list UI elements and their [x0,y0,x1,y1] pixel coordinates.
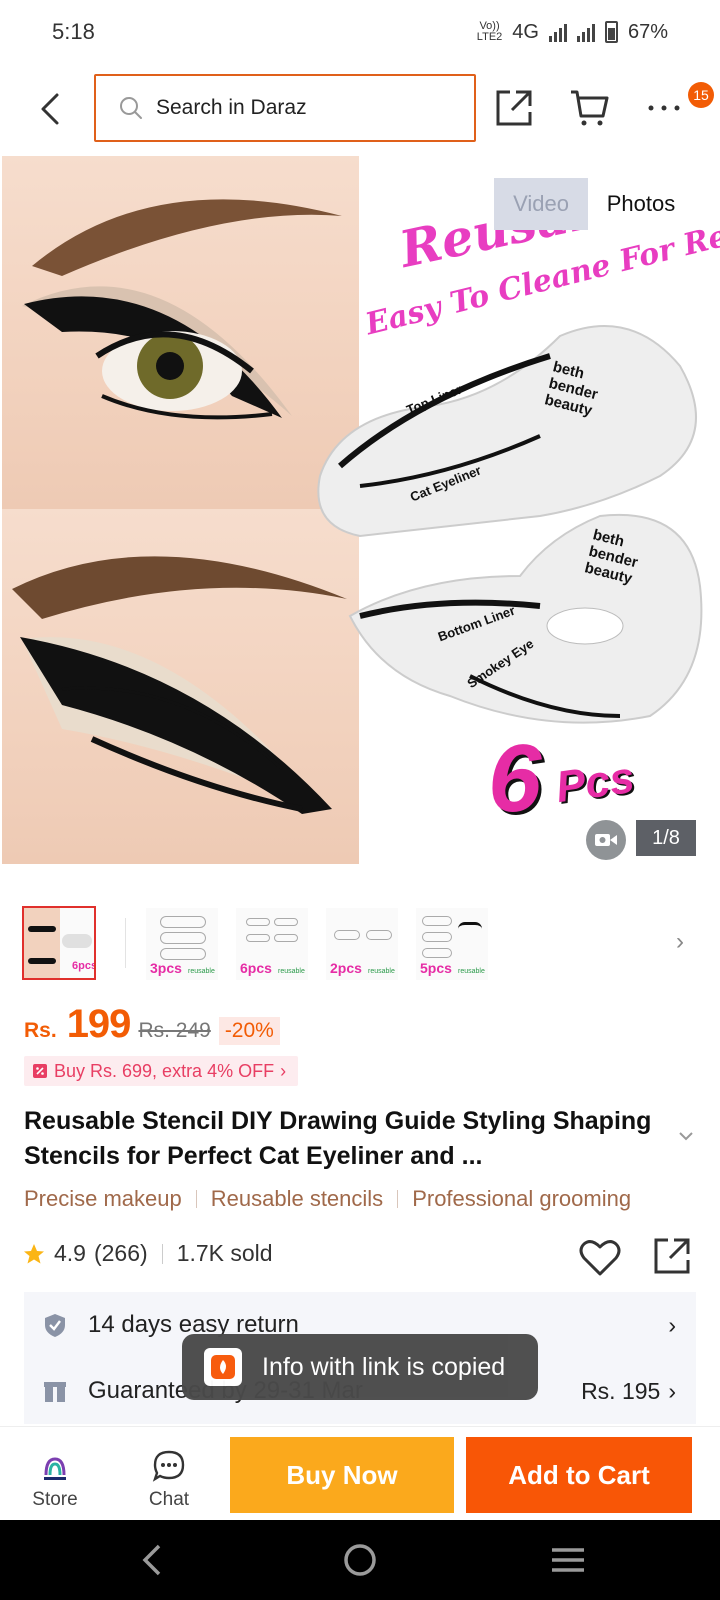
share-icon [654,1238,690,1274]
more-icon [648,105,680,111]
store-label: Store [32,1489,78,1510]
status-icons: Vo)) LTE2 4G 67% [477,21,668,44]
cart-icon [571,90,609,126]
share-icon [496,90,532,126]
currency-label: Rs. [24,1019,57,1042]
thumbnail-label: 3pcs [150,960,182,976]
back-button[interactable] [30,86,70,132]
cart-badge: 15 [688,82,714,108]
tab-video[interactable]: Video [494,178,588,230]
back-arrow-icon [142,1544,161,1576]
more-button[interactable] [640,84,688,132]
tag: Precise makeup [24,1186,182,1211]
image-counter: 1/8 [636,820,696,856]
rating-divider [161,1243,163,1264]
cart-button[interactable] [566,84,614,132]
thumbnail[interactable]: 6pcs [22,906,96,980]
video-camera-icon [595,834,617,846]
nav-home-button[interactable] [330,1538,390,1582]
thumbnail[interactable]: 2pcs reusable [326,908,398,980]
thumbnail[interactable]: 6pcs reusable [236,908,308,980]
current-price: 199 [66,1002,132,1046]
bottom-action-bar: Store Chat Buy Now Add to Cart [0,1426,720,1520]
chevron-right-icon: › [668,1377,676,1404]
chevron-left-icon [41,93,59,125]
media-tabs: Video Photos [494,178,694,230]
store-button[interactable]: Store [10,1439,100,1511]
battery-icon [604,21,618,43]
video-button[interactable] [586,820,626,860]
thumbnail-caption: reusable [368,968,395,975]
toast-message: Info with link is copied [262,1352,506,1381]
rating-score: 4.9 [54,1240,86,1266]
expand-title-button[interactable] [678,1128,694,1146]
search-placeholder: Search in Daraz [156,96,307,119]
volte-indicator: Vo)) LTE2 [476,20,503,43]
shield-check-icon [45,1314,65,1337]
chevron-down-icon [679,1132,693,1141]
signal-icon-2 [576,22,595,42]
price-row: Rs. 199 Rs. 249 -20% [24,1002,280,1047]
promo-text: Buy Rs. 699, extra 4% OFF [54,1060,275,1081]
store-logo-icon [44,1457,66,1480]
chat-label: Chat [148,1489,190,1510]
tag: Professional grooming [412,1186,632,1211]
wishlist-button[interactable] [578,1236,622,1280]
search-input[interactable]: Search in Daraz [94,74,476,142]
delivery-fee: Rs. 195 › [581,1377,676,1404]
tab-photos[interactable]: Photos [588,178,694,230]
nav-recents-button[interactable] [538,1538,598,1582]
thumbnail-divider [125,918,126,968]
voucher-icon [33,1064,47,1078]
pcs-number: 6 [488,725,542,832]
chat-button[interactable]: Chat [124,1439,214,1511]
original-price: Rs. 249 [138,1019,211,1042]
network-type: 4G [512,20,539,43]
toast-notification: Info with link is copied [182,1334,538,1400]
home-circle-icon [344,1544,376,1576]
heart-icon [579,1240,621,1276]
battery-percent: 67% [627,20,668,43]
nav-back-button[interactable] [122,1538,182,1582]
thumbnail-label: 2pcs [330,960,362,976]
header: Search in Daraz 15 [0,64,720,154]
thumbnail-label: 6pcs [240,960,272,976]
rating-row[interactable]: 4.9 (266) 1.7K sold [22,1240,273,1267]
thumbnail-label: 5pcs [420,960,452,976]
chevron-right-icon: › [668,1311,676,1338]
product-title: Reusable Stencil DIY Drawing Guide Styli… [24,1107,652,1170]
status-bar: 5:18 Vo)) LTE2 4G 67% [0,0,720,64]
thumbnail-caption: reusable [458,968,485,975]
star-icon [24,1243,44,1263]
tag-divider [195,1190,197,1208]
promo-banner[interactable]: Buy Rs. 699, extra 4% OFF › [24,1056,299,1086]
thumbnail[interactable]: 5pcs reusable [416,908,488,980]
delivery-box-icon [44,1382,66,1402]
chevron-right-icon: › [280,1060,287,1081]
system-navigation-bar [0,1520,720,1600]
buy-now-button[interactable]: Buy Now [230,1437,454,1513]
signal-icon [548,22,567,42]
add-to-cart-button[interactable]: Add to Cart [466,1437,692,1513]
daraz-logo-icon [204,1348,242,1386]
chat-icon [152,1450,185,1482]
product-image-gallery[interactable]: Reusable Easy To Cleane For Reuse Top Li… [0,156,720,874]
thumbnail-caption: reusable [188,968,215,975]
thumbnail-label: 6pcs [72,960,96,972]
thumbnail-strip: 6pcs 3pcs reusable 6pcs reusable 2pcs re… [0,906,720,982]
discount-badge: -20% [218,1017,280,1045]
share-product-button[interactable] [652,1236,696,1280]
status-time: 5:18 [52,19,95,44]
tag: Reusable stencils [210,1186,384,1211]
rating-count: (266) [93,1240,148,1266]
product-tags: Precise makeup Reusable stencils Profess… [24,1186,631,1212]
chevron-right-icon[interactable]: › [676,928,684,956]
search-icon [120,97,142,119]
tag-divider [397,1190,399,1208]
sold-count: 1.7K sold [176,1240,273,1266]
menu-lines-icon [552,1548,584,1572]
thumbnail[interactable]: 3pcs reusable [146,908,218,980]
share-button[interactable] [490,84,538,132]
thumbnail-caption: reusable [278,968,305,975]
